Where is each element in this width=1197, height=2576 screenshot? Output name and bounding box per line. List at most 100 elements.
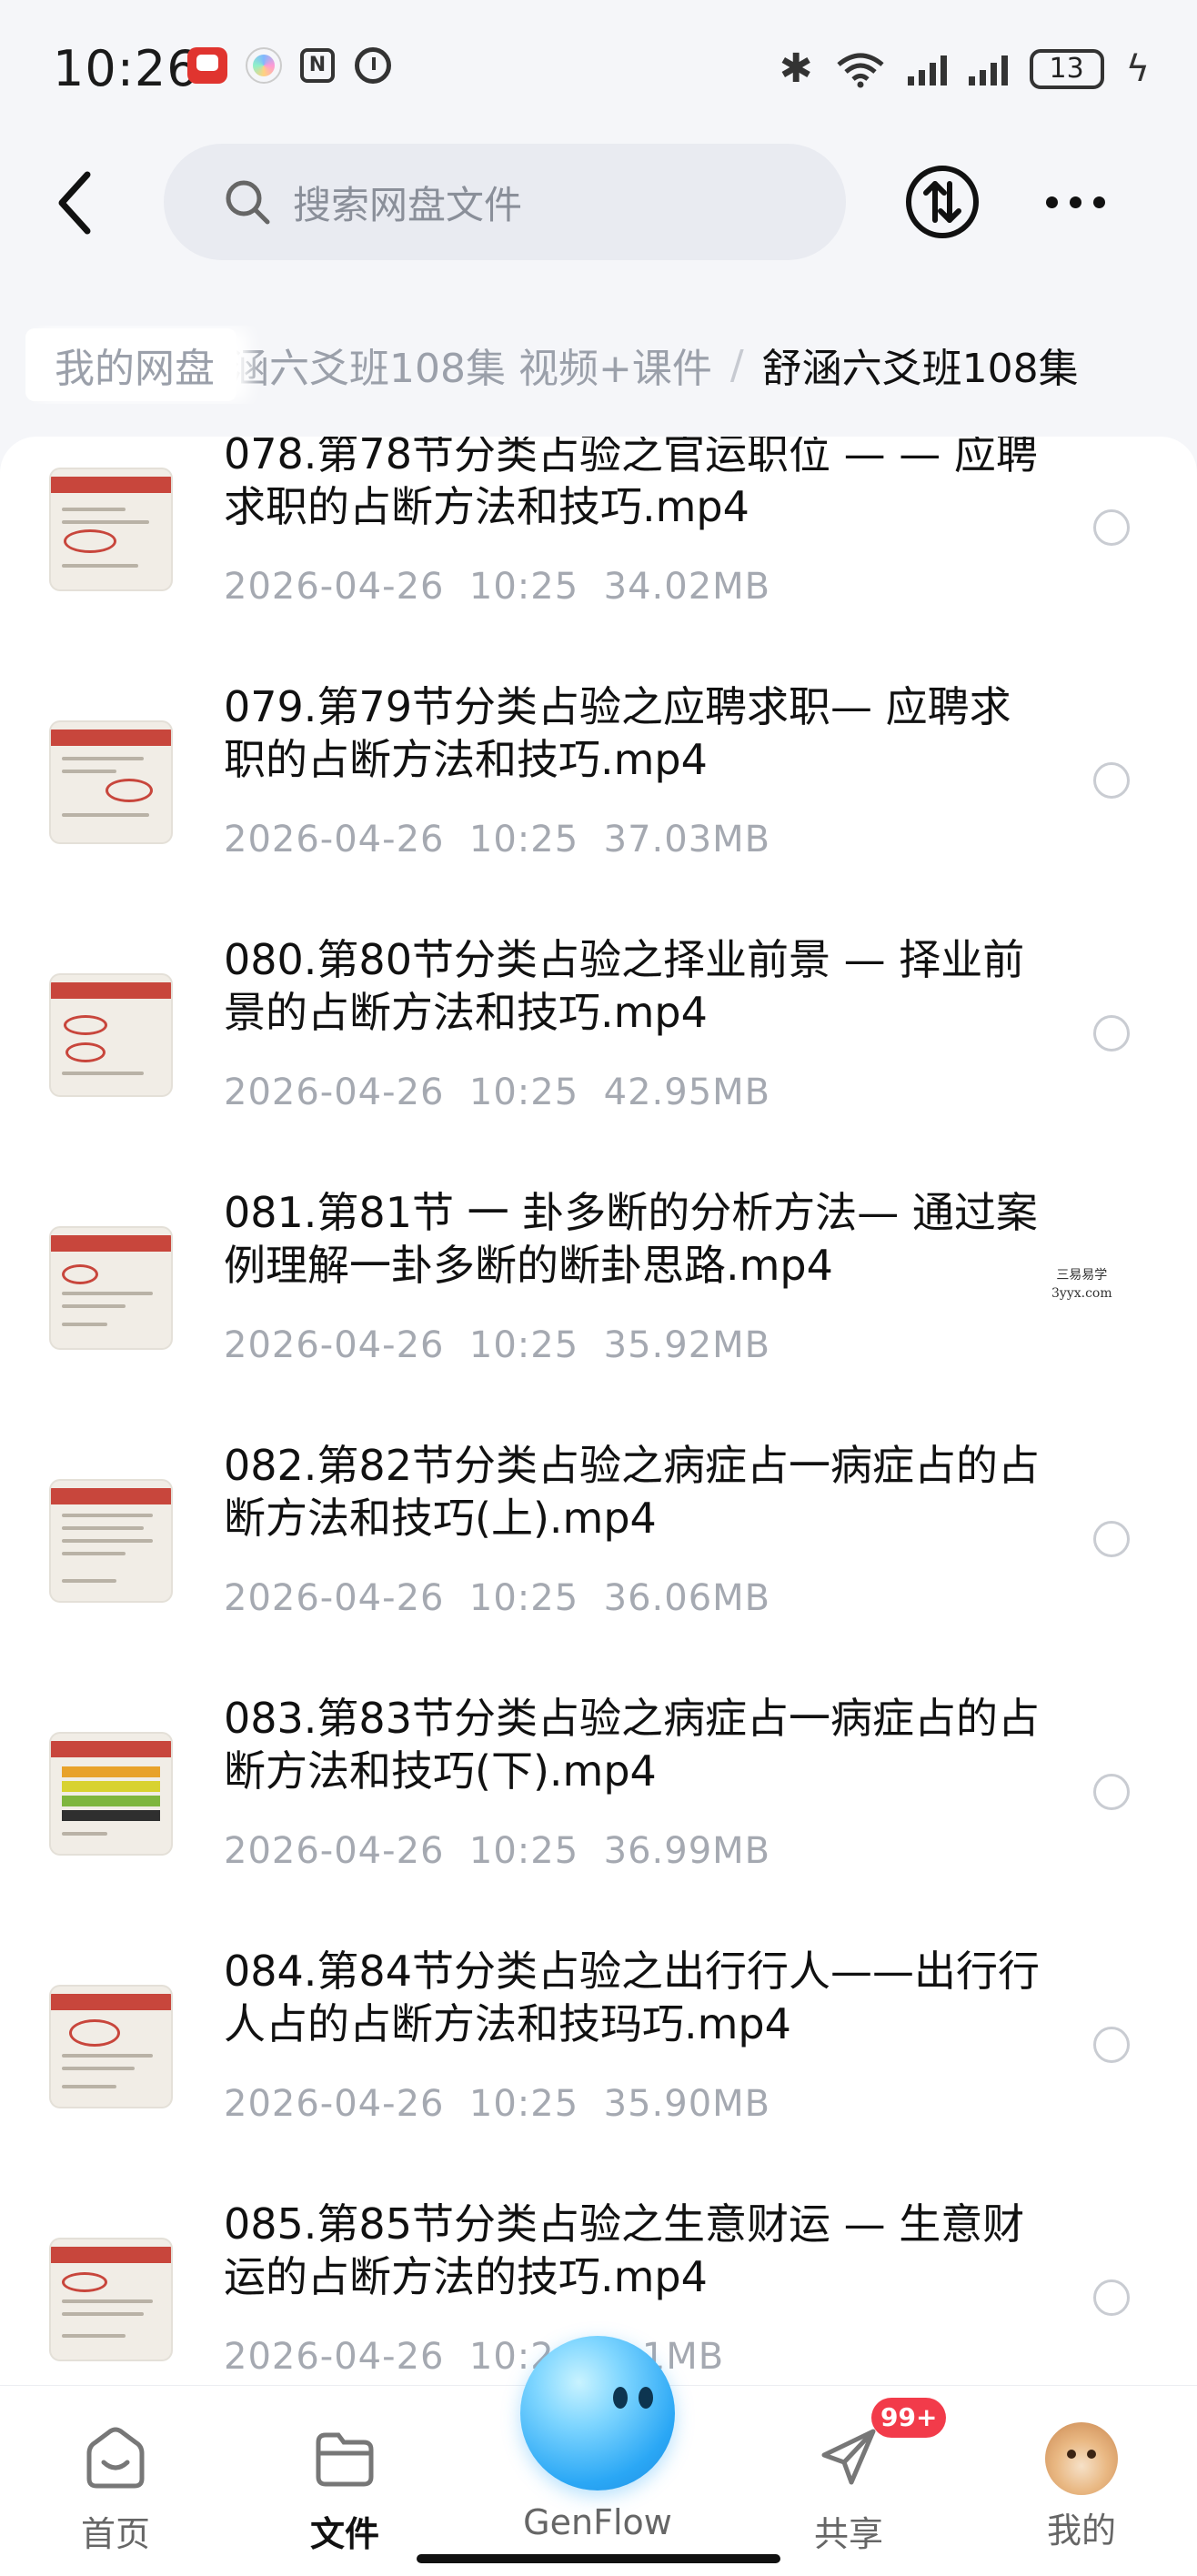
- file-date: 2026-04-26: [224, 2336, 445, 2378]
- file-date: 2026-04-26: [224, 1324, 445, 1366]
- file-meta: 2026-04-26 10:25 35.90MB: [224, 2083, 770, 2125]
- assistant-icon: [246, 47, 282, 84]
- select-checkbox[interactable]: [1093, 1774, 1130, 1810]
- genflow-orb-button[interactable]: [520, 2336, 675, 2490]
- file-meta: 2026-04-26 10:25 37.03MB: [224, 819, 770, 860]
- watermark-line1: 三易易学: [1056, 1268, 1108, 1283]
- file-meta: 2026-04-26 10:25 35.92MB: [224, 1324, 770, 1366]
- nav-genflow-label: GenFlow: [523, 2502, 672, 2542]
- select-checkbox[interactable]: [1093, 2027, 1130, 2063]
- alarm-icon: [355, 47, 391, 84]
- file-row[interactable]: 083.第83节分类占验之病症占一病症占的占断方法和技巧(下).mp4 2026…: [0, 1694, 1197, 1954]
- system-icons: ✱ 13 ϟ: [780, 45, 1150, 92]
- folder-icon: [316, 2432, 374, 2487]
- notification-icons: N: [187, 47, 391, 84]
- select-checkbox[interactable]: [1093, 762, 1130, 799]
- nav-files-label: 文件: [309, 2514, 379, 2554]
- file-size: 37.03MB: [603, 819, 771, 860]
- orb-eye-icon: [639, 2387, 653, 2409]
- file-time: 10:25: [468, 819, 579, 860]
- share-badge: 99+: [871, 2398, 947, 2438]
- file-size: 34.02MB: [603, 566, 771, 608]
- select-checkbox[interactable]: [1093, 509, 1130, 546]
- video-thumbnail: [51, 1481, 171, 1601]
- file-name: 082.第82节分类占验之病症占一病症占的占断方法和技巧(上).mp4: [224, 1441, 1040, 1543]
- breadcrumb-separator: /: [729, 341, 744, 388]
- nav-home[interactable]: 首页: [47, 2422, 184, 2556]
- file-name: 079.第79节分类占验之应聘求职— 应聘求职的占断方法和技巧.mp4: [224, 682, 1011, 784]
- nav-files[interactable]: 文件: [277, 2422, 413, 2556]
- file-size: 35.92MB: [603, 1324, 771, 1366]
- transfer-icon: [923, 181, 961, 223]
- select-checkbox[interactable]: [1093, 1521, 1130, 1557]
- select-checkbox[interactable]: [1093, 1015, 1130, 1052]
- file-date: 2026-04-26: [224, 2083, 445, 2125]
- signal-icon-1: [907, 53, 947, 86]
- transfer-button[interactable]: [906, 166, 979, 238]
- file-row[interactable]: 084.第84节分类占验之出行行人——出行行人占的占断方法和技玛巧.mp4 20…: [0, 1947, 1197, 2207]
- battery-icon: 13: [1029, 48, 1104, 89]
- video-thumbnail: [51, 975, 171, 1095]
- status-bar: 10:26 N ✱ 13 ϟ: [0, 0, 1197, 146]
- file-meta: 2026-04-26 10:25 42.95MB: [224, 1072, 770, 1113]
- nav-share[interactable]: 共享: [780, 2422, 917, 2556]
- file-size: 35.90MB: [603, 2083, 771, 2125]
- back-button[interactable]: [47, 162, 102, 244]
- home-icon: [86, 2427, 145, 2489]
- file-time: 10:25: [468, 566, 579, 608]
- nav-mine-label: 我的: [1046, 2511, 1116, 2551]
- status-time: 10:26: [53, 40, 199, 97]
- breadcrumb-root[interactable]: 我的网盘: [25, 328, 236, 401]
- file-row[interactable]: 082.第82节分类占验之病症占一病症占的占断方法和技巧(上).mp4 2026…: [0, 1441, 1197, 1701]
- video-thumbnail: [51, 2239, 171, 2360]
- video-thumbnail: [51, 722, 171, 842]
- select-checkbox[interactable]: [1093, 2279, 1130, 2316]
- home-indicator: [417, 2554, 780, 2563]
- file-row[interactable]: 081.第81节 一 卦多断的分析方法— 通过案例理解一卦多断的断卦思路.mp4…: [0, 1188, 1197, 1448]
- video-thumbnail: [51, 1987, 171, 2107]
- breadcrumb: 我的网盘 涵六爻班108集 视频+课件 / 舒涵六爻班108集: [25, 326, 1197, 404]
- file-meta: 2026-04-26 10:25 34.02MB: [224, 566, 770, 608]
- file-time: 10:25: [468, 1072, 579, 1113]
- file-time: 10:25: [468, 1324, 579, 1366]
- watermark-line2: 3yyx.com: [1051, 1286, 1112, 1301]
- file-size: 36.06MB: [603, 1577, 771, 1619]
- nav-share-label: 共享: [813, 2514, 883, 2554]
- file-name: 081.第81节 一 卦多断的分析方法— 通过案例理解一卦多断的断卦思路.mp4: [224, 1188, 1038, 1290]
- search-input[interactable]: 搜索网盘文件: [164, 144, 846, 260]
- search-icon: [226, 180, 270, 225]
- file-date: 2026-04-26: [224, 1577, 445, 1619]
- wifi-icon: [837, 53, 884, 87]
- breadcrumb-parent[interactable]: 涵六爻班108集 视频+课件: [229, 336, 712, 394]
- paper-plane-icon: [821, 2429, 876, 2485]
- bluetooth-icon: ✱: [779, 45, 813, 92]
- watermark: 三易易学 3yyx.com: [1051, 1266, 1112, 1303]
- file-row[interactable]: 078.第78节分类占验之官运职位 — — 应聘求职的占断方法和技巧.mp4 2…: [0, 437, 1197, 689]
- file-time: 10:25: [468, 2083, 579, 2125]
- video-thumbnail: [51, 1228, 171, 1348]
- app-notification-icon: [187, 47, 227, 84]
- nav-mine[interactable]: 我的: [1013, 2422, 1150, 2552]
- more-options-button[interactable]: [1046, 184, 1110, 220]
- file-date: 2026-04-26: [224, 1072, 445, 1113]
- file-date: 2026-04-26: [224, 819, 445, 860]
- chevron-left-icon: [58, 171, 91, 235]
- file-size: 36.99MB: [603, 1830, 771, 1872]
- file-meta: 2026-04-26 10:25 36.06MB: [224, 1577, 770, 1619]
- file-name: 084.第84节分类占验之出行行人——出行行人占的占断方法和技玛巧.mp4: [224, 1947, 1040, 2048]
- avatar: [1045, 2422, 1118, 2495]
- file-time: 10:25: [468, 1830, 579, 1872]
- video-thumbnail: [51, 469, 171, 589]
- video-thumbnail: [51, 1734, 171, 1854]
- search-placeholder: 搜索网盘文件: [293, 182, 523, 227]
- file-name: 078.第78节分类占验之官运职位 — — 应聘求职的占断方法和技巧.mp4: [224, 437, 1038, 531]
- nfc-icon: N: [300, 48, 335, 83]
- nav-home-label: 首页: [80, 2514, 150, 2554]
- file-row[interactable]: 080.第80节分类占验之择业前景 — 择业前景的占断方法和技巧.mp4 202…: [0, 935, 1197, 1195]
- file-name: 083.第83节分类占验之病症占一病症占的占断方法和技巧(下).mp4: [224, 1694, 1040, 1796]
- charging-icon: ϟ: [1125, 47, 1150, 90]
- file-date: 2026-04-26: [224, 1830, 445, 1872]
- file-meta: 2026-04-26 10:25 36.99MB: [224, 1830, 770, 1872]
- file-row[interactable]: 079.第79节分类占验之应聘求职— 应聘求职的占断方法和技巧.mp4 2026…: [0, 682, 1197, 942]
- signal-icon-2: [968, 53, 1008, 86]
